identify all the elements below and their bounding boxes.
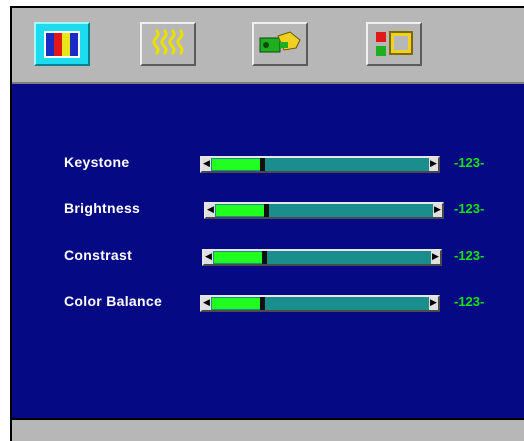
tab-bar — [12, 8, 524, 84]
slider-thumb[interactable] — [260, 158, 265, 171]
setting-row-color-balance: Color Balance ◀ ▶ -123- — [12, 291, 524, 315]
increase-arrow-icon[interactable]: ▶ — [429, 297, 438, 310]
slider-fill — [214, 252, 262, 263]
tab-input-source[interactable] — [366, 22, 422, 66]
contrast-slider[interactable]: ◀ ▶ — [202, 249, 442, 266]
setting-row-brightness: Brightness ◀ ▶ -123- — [12, 198, 524, 222]
decrease-arrow-icon[interactable]: ◀ — [202, 297, 211, 310]
decrease-arrow-icon[interactable]: ◀ — [202, 158, 211, 171]
tab-wave-adjust[interactable] — [140, 22, 196, 66]
status-bar — [12, 420, 524, 441]
setting-label: Constrast — [64, 247, 133, 263]
slider-thumb[interactable] — [262, 251, 267, 264]
decrease-arrow-icon[interactable]: ◀ — [204, 251, 213, 264]
color-balance-slider[interactable]: ◀ ▶ — [200, 295, 440, 312]
slider-thumb[interactable] — [260, 297, 265, 310]
slider-fill — [216, 205, 264, 216]
setting-row-contrast: Constrast ◀ ▶ -123- — [12, 245, 524, 269]
keystone-slider[interactable]: ◀ ▶ — [200, 156, 440, 173]
setting-label: Keystone — [64, 154, 130, 170]
setting-value: -123- — [454, 294, 485, 309]
setting-row-keystone: Keystone ◀ ▶ -123- — [12, 152, 524, 176]
setting-value: -123- — [454, 155, 485, 170]
increase-arrow-icon[interactable]: ▶ — [431, 251, 440, 264]
slider-fill — [212, 159, 260, 170]
setting-label: Brightness — [64, 200, 141, 216]
setting-label: Color Balance — [64, 293, 163, 309]
color-bars-icon — [44, 31, 80, 58]
projector-hand-icon — [259, 31, 301, 53]
setting-value: -123- — [454, 248, 485, 263]
slider-fill — [212, 298, 260, 309]
tab-color-bars[interactable] — [34, 22, 90, 66]
settings-panel: Keystone ◀ ▶ -123- Brightness ◀ ▶ -123- … — [12, 84, 524, 418]
increase-arrow-icon[interactable]: ▶ — [429, 158, 438, 171]
setting-value: -123- — [454, 201, 485, 216]
increase-arrow-icon[interactable]: ▶ — [433, 204, 442, 217]
wavy-lines-icon — [152, 28, 184, 56]
tab-projector[interactable] — [252, 22, 308, 66]
brightness-slider[interactable]: ◀ ▶ — [204, 202, 444, 219]
slider-thumb[interactable] — [264, 204, 269, 217]
decrease-arrow-icon[interactable]: ◀ — [206, 204, 215, 217]
osd-menu: Keystone ◀ ▶ -123- Brightness ◀ ▶ -123- … — [10, 6, 524, 441]
input-source-icon — [376, 31, 413, 56]
